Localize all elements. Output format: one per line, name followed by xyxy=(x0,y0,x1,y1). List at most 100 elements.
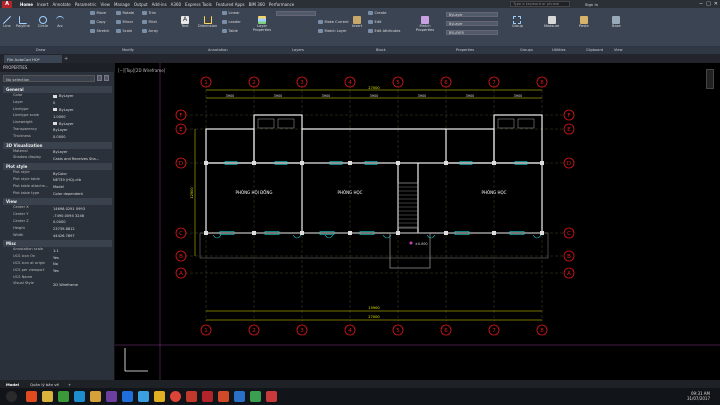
group-button[interactable]: Group xyxy=(512,16,523,28)
ribbon-tab-performance[interactable]: Performance xyxy=(269,2,294,7)
arc-button[interactable]: Arc xyxy=(56,16,64,28)
app-icon-7[interactable] xyxy=(186,391,197,402)
panel-title-layers[interactable]: Layers xyxy=(292,48,304,52)
ribbon-tab-add-ins[interactable]: Add-ins xyxy=(152,2,167,7)
app-icon-1[interactable] xyxy=(26,391,37,402)
search-input[interactable]: Type a keyword or phrase xyxy=(510,1,570,7)
property-row[interactable]: Center X 14698.0291 0993 xyxy=(3,205,112,212)
ribbon-tab-featured-apps[interactable]: Featured Apps xyxy=(216,2,245,7)
make-current-button[interactable]: Make Current xyxy=(318,20,349,24)
match-properties-button[interactable]: Match Properties xyxy=(414,16,436,32)
section-misc[interactable]: Misc xyxy=(3,240,112,248)
file-tab[interactable]: File AutoCad HQ* xyxy=(4,55,62,63)
paste-button[interactable]: Paste xyxy=(579,16,589,28)
toggle-pickadd-icon[interactable] xyxy=(97,75,102,81)
trim-button[interactable]: Trim xyxy=(142,11,156,15)
panel-title-clipboard[interactable]: Clipboard xyxy=(586,48,603,52)
sign-in-link[interactable]: Sign In xyxy=(585,2,598,7)
autocad-logo-icon[interactable]: A xyxy=(2,0,12,8)
navigation-bar[interactable] xyxy=(706,69,714,89)
text-button[interactable]: A Text xyxy=(181,16,189,28)
property-row[interactable]: Linetype ByLayer xyxy=(3,107,112,114)
layer-properties-button[interactable]: Layer Properties xyxy=(252,16,272,32)
drawing-viewport[interactable]: 1 1 2 2 3 3 4 4 5 5 6 6 7 7 8 8 F F E E D D C C B B A A 27000 3900 390… xyxy=(115,63,720,380)
leader-button[interactable]: Leader xyxy=(222,20,241,24)
app-icon-8[interactable] xyxy=(218,391,229,402)
panel-title-properties[interactable]: Properties xyxy=(456,48,474,52)
color-dropdown[interactable]: ByLayer xyxy=(446,12,498,17)
polyline-button[interactable]: Polyline xyxy=(16,16,30,28)
property-row[interactable]: Visual Style 2D Wireframe xyxy=(3,281,112,288)
app-icon-9[interactable] xyxy=(234,391,245,402)
create-block-button[interactable]: Create xyxy=(368,11,386,15)
ribbon-tab-annotate[interactable]: Annotate xyxy=(52,2,70,7)
stretch-button[interactable]: Stretch xyxy=(90,29,109,33)
word-icon[interactable] xyxy=(122,391,133,402)
panel-title-modify[interactable]: Modify xyxy=(122,48,134,52)
property-row[interactable]: Height 23739.8812 xyxy=(3,226,112,233)
property-row[interactable]: Annotation scale 1:1 xyxy=(3,247,112,254)
property-row[interactable]: UCS per viewport Yes xyxy=(3,268,112,275)
property-row[interactable]: UCS icon at origin No xyxy=(3,261,112,268)
property-row[interactable]: Material ByLayer xyxy=(3,149,112,156)
property-row[interactable]: Layer 0 xyxy=(3,100,112,107)
autocad-taskbar-icon[interactable] xyxy=(202,391,213,402)
chrome-icon[interactable] xyxy=(170,391,181,402)
fillet-button[interactable]: Fillet xyxy=(142,20,157,24)
property-row[interactable]: Center Z 0.0000 xyxy=(3,219,112,226)
app-icon-4[interactable] xyxy=(106,391,117,402)
table-button[interactable]: Table xyxy=(222,29,238,33)
section-3d-visualization[interactable]: 3D Visualization xyxy=(3,141,112,149)
panel-title-block[interactable]: Block xyxy=(376,48,386,52)
close-button[interactable]: ✕ xyxy=(714,1,718,7)
property-row[interactable]: Plot table type Color dependent xyxy=(3,191,112,198)
add-layout-button[interactable]: + xyxy=(68,382,71,387)
property-row[interactable]: Transparency ByLayer xyxy=(3,127,112,134)
linetype-dropdown[interactable]: ByLayer xyxy=(446,21,498,26)
ribbon-tab-view[interactable]: View xyxy=(100,2,110,7)
app-icon-10[interactable] xyxy=(250,391,261,402)
app-icon-6[interactable] xyxy=(154,391,165,402)
property-row[interactable]: Center Y -7490.0094 3246 xyxy=(3,212,112,219)
property-row[interactable]: Lineweight ByLayer xyxy=(3,120,112,127)
property-row[interactable]: UCS Name xyxy=(3,275,112,282)
app-icon-5[interactable] xyxy=(138,391,149,402)
property-row[interactable]: Plot style ByColor xyxy=(3,170,112,177)
ribbon-tab-express-tools[interactable]: Express Tools xyxy=(185,2,212,7)
linear-button[interactable]: Linear xyxy=(222,11,240,15)
circle-button[interactable]: Circle xyxy=(38,16,48,28)
layout-tab[interactable]: Quản lý bản vẽ xyxy=(30,382,59,387)
ribbon-tab-insert[interactable]: Insert xyxy=(37,2,48,7)
section-view[interactable]: View xyxy=(3,198,112,206)
panel-title-draw[interactable]: Draw xyxy=(36,48,45,52)
array-button[interactable]: Array xyxy=(142,29,158,33)
measure-button[interactable]: Measure xyxy=(544,16,559,28)
edit-attributes-button[interactable]: Edit Attributes xyxy=(368,29,400,33)
folder-icon[interactable] xyxy=(42,391,53,402)
layer-dropdown[interactable] xyxy=(276,11,316,16)
panel-title-view[interactable]: View xyxy=(614,48,623,52)
insert-block-button[interactable]: Insert xyxy=(352,16,362,28)
section-plot-style[interactable]: Plot style xyxy=(3,163,112,171)
copy-button[interactable]: Copy xyxy=(90,20,106,24)
property-row[interactable]: Shadow display Casts and Receives Sha... xyxy=(3,155,112,162)
ribbon-tab-parametric[interactable]: Parametric xyxy=(75,2,97,7)
panel-title-groups[interactable]: Groups xyxy=(520,48,533,52)
select-objects-icon[interactable] xyxy=(104,75,109,81)
section-general[interactable]: General xyxy=(3,86,112,93)
file-explorer-icon[interactable] xyxy=(90,391,101,402)
app-icon-11[interactable] xyxy=(266,391,277,402)
new-tab-button[interactable]: + xyxy=(64,56,68,62)
property-row[interactable]: Linetype scale 1.0000 xyxy=(3,113,112,120)
scale-button[interactable]: Scale xyxy=(116,29,132,33)
ribbon-tab-manage[interactable]: Manage xyxy=(114,2,130,7)
property-row[interactable]: Plot table attache... Model xyxy=(3,184,112,191)
app-icon-3[interactable] xyxy=(74,391,85,402)
ribbon-tab-home[interactable]: Home xyxy=(20,2,33,7)
match-layer-button[interactable]: Match Layer xyxy=(318,29,347,33)
minimize-button[interactable]: − xyxy=(699,1,703,7)
start-button-icon[interactable] xyxy=(6,391,17,402)
viewport-controls-label[interactable]: [−][Top][2D Wireframe] xyxy=(118,68,165,73)
move-button[interactable]: Move xyxy=(90,11,106,15)
property-row[interactable]: Plot style table NET39 (HQ).ctb xyxy=(3,177,112,184)
